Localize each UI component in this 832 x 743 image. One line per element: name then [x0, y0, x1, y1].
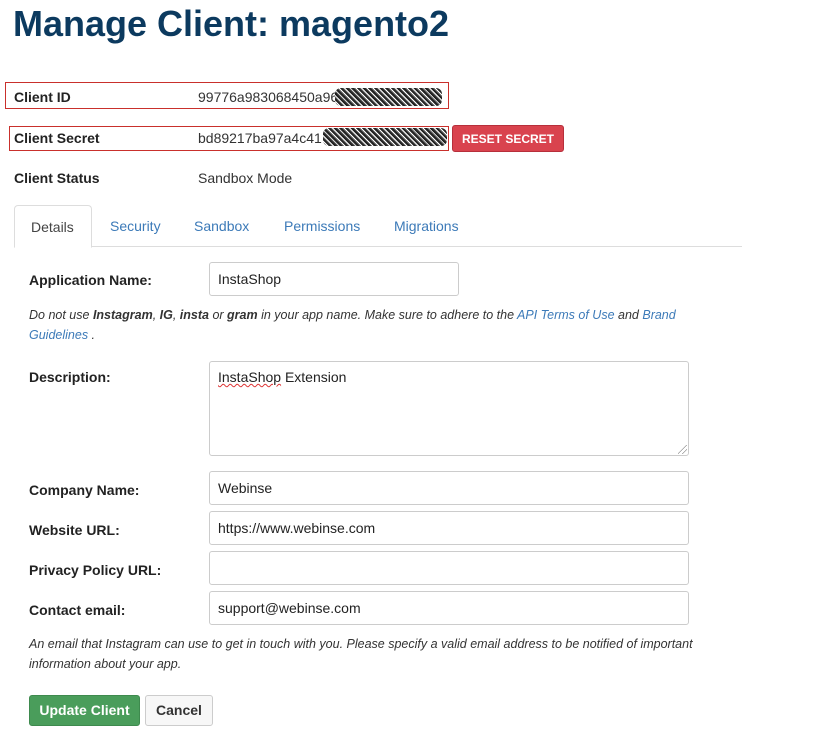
reset-secret-button[interactable]: RESET SECRET — [452, 125, 564, 152]
contact-email-label: Contact email: — [29, 602, 126, 618]
privacy-policy-input[interactable] — [209, 551, 689, 585]
privacy-policy-label: Privacy Policy URL: — [29, 562, 162, 578]
client-secret-label: Client Secret — [14, 130, 100, 146]
description-label: Description: — [29, 369, 111, 385]
tab-migrations[interactable]: Migrations — [378, 205, 475, 247]
app-name-input[interactable]: InstaShop — [209, 262, 459, 296]
client-tabs: Details Security Sandbox Permissions Mig… — [14, 205, 742, 248]
redaction-scribble — [335, 88, 442, 106]
tab-security[interactable]: Security — [94, 205, 177, 247]
update-client-button[interactable]: Update Client — [29, 695, 140, 726]
client-secret-value[interactable]: bd89217ba97a4c41 — [198, 126, 322, 150]
website-url-label: Website URL: — [29, 522, 120, 538]
app-name-label: Application Name: — [29, 272, 152, 288]
client-id-label: Client ID — [14, 89, 71, 105]
app-name-help: Do not use Instagram, IG, insta or gram … — [29, 308, 676, 342]
description-textarea[interactable]: InstaShop Extension — [209, 361, 689, 456]
contact-email-help: An email that Instagram can use to get i… — [29, 637, 693, 671]
contact-email-input[interactable]: support@webinse.com — [209, 591, 689, 625]
tab-details[interactable]: Details — [14, 205, 92, 248]
client-status-value: Sandbox Mode — [198, 170, 293, 186]
client-id-row: Client ID 99776a983068450a96 — [0, 85, 832, 109]
api-terms-link[interactable]: API Terms of Use — [517, 308, 615, 322]
client-status-label: Client Status — [14, 170, 100, 186]
company-name-input[interactable]: Webinse — [209, 471, 689, 505]
website-url-input[interactable]: https://www.webinse.com — [209, 511, 689, 545]
page-title: Manage Client: magento2 — [13, 3, 450, 44]
client-id-value[interactable]: 99776a983068450a96 — [198, 85, 338, 109]
cancel-button[interactable]: Cancel — [145, 695, 213, 726]
tab-permissions[interactable]: Permissions — [268, 205, 376, 247]
company-name-label: Company Name: — [29, 482, 140, 498]
manage-client-page: Manage Client: magento2 Client ID 99776a… — [0, 0, 832, 743]
resize-handle-icon[interactable] — [678, 445, 687, 454]
description-misspelled-word: InstaShop — [218, 369, 282, 385]
tab-sandbox[interactable]: Sandbox — [178, 205, 265, 247]
client-secret-row: Client Secret bd89217ba97a4c41 — [0, 126, 832, 150]
client-status-row: Client Status Sandbox Mode — [0, 166, 832, 190]
redaction-scribble — [323, 128, 447, 146]
